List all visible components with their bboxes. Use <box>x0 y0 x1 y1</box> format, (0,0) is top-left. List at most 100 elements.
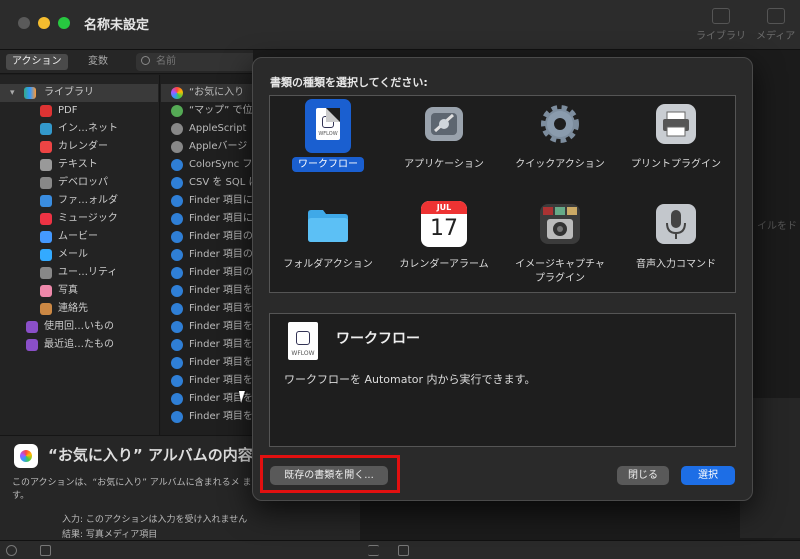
action-item-label: Finder 項目を <box>189 339 253 350</box>
action-item[interactable]: Finder 項目の <box>161 228 253 246</box>
type-workflow[interactable]: WFLOW ワークフロー <box>270 96 386 194</box>
type-application[interactable]: アプリケーション <box>386 96 502 194</box>
close-window-button[interactable] <box>18 17 30 29</box>
action-item[interactable]: ColorSync フ <box>161 156 253 174</box>
minimize-window-button[interactable] <box>38 17 50 29</box>
library-toolbar-button[interactable]: ライブラリ <box>696 8 746 42</box>
action-item[interactable]: “お気に入り <box>161 84 253 102</box>
action-icon <box>171 87 183 99</box>
close-button[interactable]: 閉じる <box>617 466 669 485</box>
action-item-label: Finder 項目を <box>189 321 253 332</box>
sidebar-smart-folder[interactable]: 最近追…たもの <box>0 336 158 354</box>
sidebar-item[interactable]: ムービー <box>0 228 158 246</box>
sidebar-smart-folder[interactable]: 使用回…いもの <box>0 318 158 336</box>
choose-button[interactable]: 選択 <box>681 466 735 485</box>
sidebar-item[interactable]: ミュージック <box>0 210 158 228</box>
details-description: ワークフローを Automator 内から実行できます。 <box>284 373 536 386</box>
type-quick-action[interactable]: クイックアクション <box>502 96 618 194</box>
input-label: 入力: <box>62 515 84 525</box>
action-icon <box>171 177 183 189</box>
action-item-label: Finder 項目の <box>189 231 253 242</box>
action-item[interactable]: “マップ” で位 <box>161 102 253 120</box>
action-item[interactable]: Finder 項目に <box>161 192 253 210</box>
tab-actions[interactable]: アクション <box>6 54 68 70</box>
action-item[interactable]: Finder 項目の <box>161 264 253 282</box>
category-icon <box>40 195 52 207</box>
type-name-dictation: 音声入力コマンド <box>636 259 716 270</box>
sidebar-item[interactable]: PDF <box>0 102 158 120</box>
action-item[interactable]: Finder 項目の <box>161 246 253 264</box>
action-icon <box>171 249 183 261</box>
sidebar-item[interactable]: ユー…リティ <box>0 264 158 282</box>
sheet-prompt: 書類の種類を選択してください: <box>270 76 428 89</box>
sidebar-item-label: ファ…ォルダ <box>58 195 118 206</box>
printer-icon <box>656 104 696 144</box>
action-item[interactable]: Finder 項目を <box>161 318 253 336</box>
zoom-window-button[interactable] <box>58 17 70 29</box>
type-dictation-command[interactable]: 音声入力コマンド <box>618 196 734 294</box>
category-icon <box>40 141 52 153</box>
action-icon <box>171 123 183 135</box>
sidebar-item-label: デベロッパ <box>58 177 108 188</box>
action-icon <box>171 159 183 171</box>
type-image-capture-plugin[interactable]: イメージキャプチャ プラグイン <box>502 196 618 294</box>
action-item[interactable]: Finder 項目を <box>161 354 253 372</box>
action-item[interactable]: Appleバージ <box>161 138 253 156</box>
library-sidebar: ▾ ライブラリ PDF イン…ネット カレンダーテキストデベロッパファ…ォルダミュー… <box>0 75 160 435</box>
sidebar-item[interactable]: メール <box>0 246 158 264</box>
action-item[interactable]: Finder 項目を <box>161 372 253 390</box>
type-workflow-name-wrap: ワークフロー <box>270 157 386 172</box>
sidebar-item-label: テキスト <box>58 159 98 170</box>
action-item[interactable]: Finder 項目を <box>161 336 253 354</box>
category-icon <box>40 267 52 279</box>
action-icon <box>171 321 183 333</box>
category-icon <box>40 231 52 243</box>
type-calendar-alarm[interactable]: JUL 17 カレンダーアラーム <box>386 196 502 294</box>
action-item-label: “マップ” で位 <box>189 105 253 116</box>
action-item[interactable]: Finder 項目に <box>161 210 253 228</box>
search-placeholder: 名前 <box>156 56 176 67</box>
details-title: ワークフロー <box>336 331 420 347</box>
category-icon <box>40 177 52 189</box>
list-view-icon[interactable] <box>368 545 379 556</box>
titlebar: 名称未設定 ライブラリ メディア <box>0 0 800 50</box>
gear-icon <box>541 105 579 143</box>
sidebar-item-label: ユー…リティ <box>58 267 118 278</box>
sidebar-item[interactable]: デベロッパ <box>0 174 158 192</box>
info-icon[interactable] <box>6 545 17 556</box>
action-item-label: Finder 項目の <box>189 267 253 278</box>
sidebar-item-library[interactable]: ▾ ライブラリ <box>0 84 158 102</box>
action-item-label: AppleScript <box>189 123 247 134</box>
action-icon <box>171 105 183 117</box>
category-icon <box>40 105 52 117</box>
sidebar-item[interactable]: 写真 <box>0 282 158 300</box>
media-toolbar-label: メディア <box>756 31 796 42</box>
bottom-bar <box>0 540 800 559</box>
robot-icon <box>296 331 310 345</box>
action-item-label: Appleバージ <box>189 141 248 152</box>
action-item[interactable]: Finder 項目を <box>161 282 253 300</box>
media-icon <box>766 8 785 24</box>
type-details: WFLOW ワークフロー ワークフローを Automator 内から実行できます… <box>269 313 736 447</box>
tab-variables[interactable]: 変数 <box>82 54 114 70</box>
type-print-plugin[interactable]: プリントプラグイン <box>618 96 734 194</box>
smart-folder-icon <box>26 339 38 351</box>
sidebar-item[interactable]: テキスト <box>0 156 158 174</box>
sidebar-item[interactable]: イン…ネット <box>0 120 158 138</box>
sidebar-item[interactable]: カレンダー <box>0 138 158 156</box>
split-view-icon[interactable] <box>398 545 409 556</box>
sidebar-item[interactable]: 連絡先 <box>0 300 158 318</box>
action-item[interactable]: AppleScript <box>161 120 253 138</box>
description-title: “お気に入り” アルバムの内容 <box>48 446 253 464</box>
action-item[interactable]: Finder 項目を <box>161 408 253 426</box>
action-item-label: Finder 項目に <box>189 213 253 224</box>
action-item[interactable]: CSV を SQL に <box>161 174 253 192</box>
action-item[interactable]: Finder 項目を <box>161 300 253 318</box>
media-toolbar-button[interactable]: メディア <box>756 8 795 42</box>
action-icon <box>171 375 183 387</box>
category-icon <box>40 249 52 261</box>
type-folder-action[interactable]: フォルダアクション <box>270 196 386 294</box>
checkbox-icon[interactable] <box>40 545 51 556</box>
calendar-icon: JUL 17 <box>421 201 467 247</box>
sidebar-item[interactable]: ファ…ォルダ <box>0 192 158 210</box>
